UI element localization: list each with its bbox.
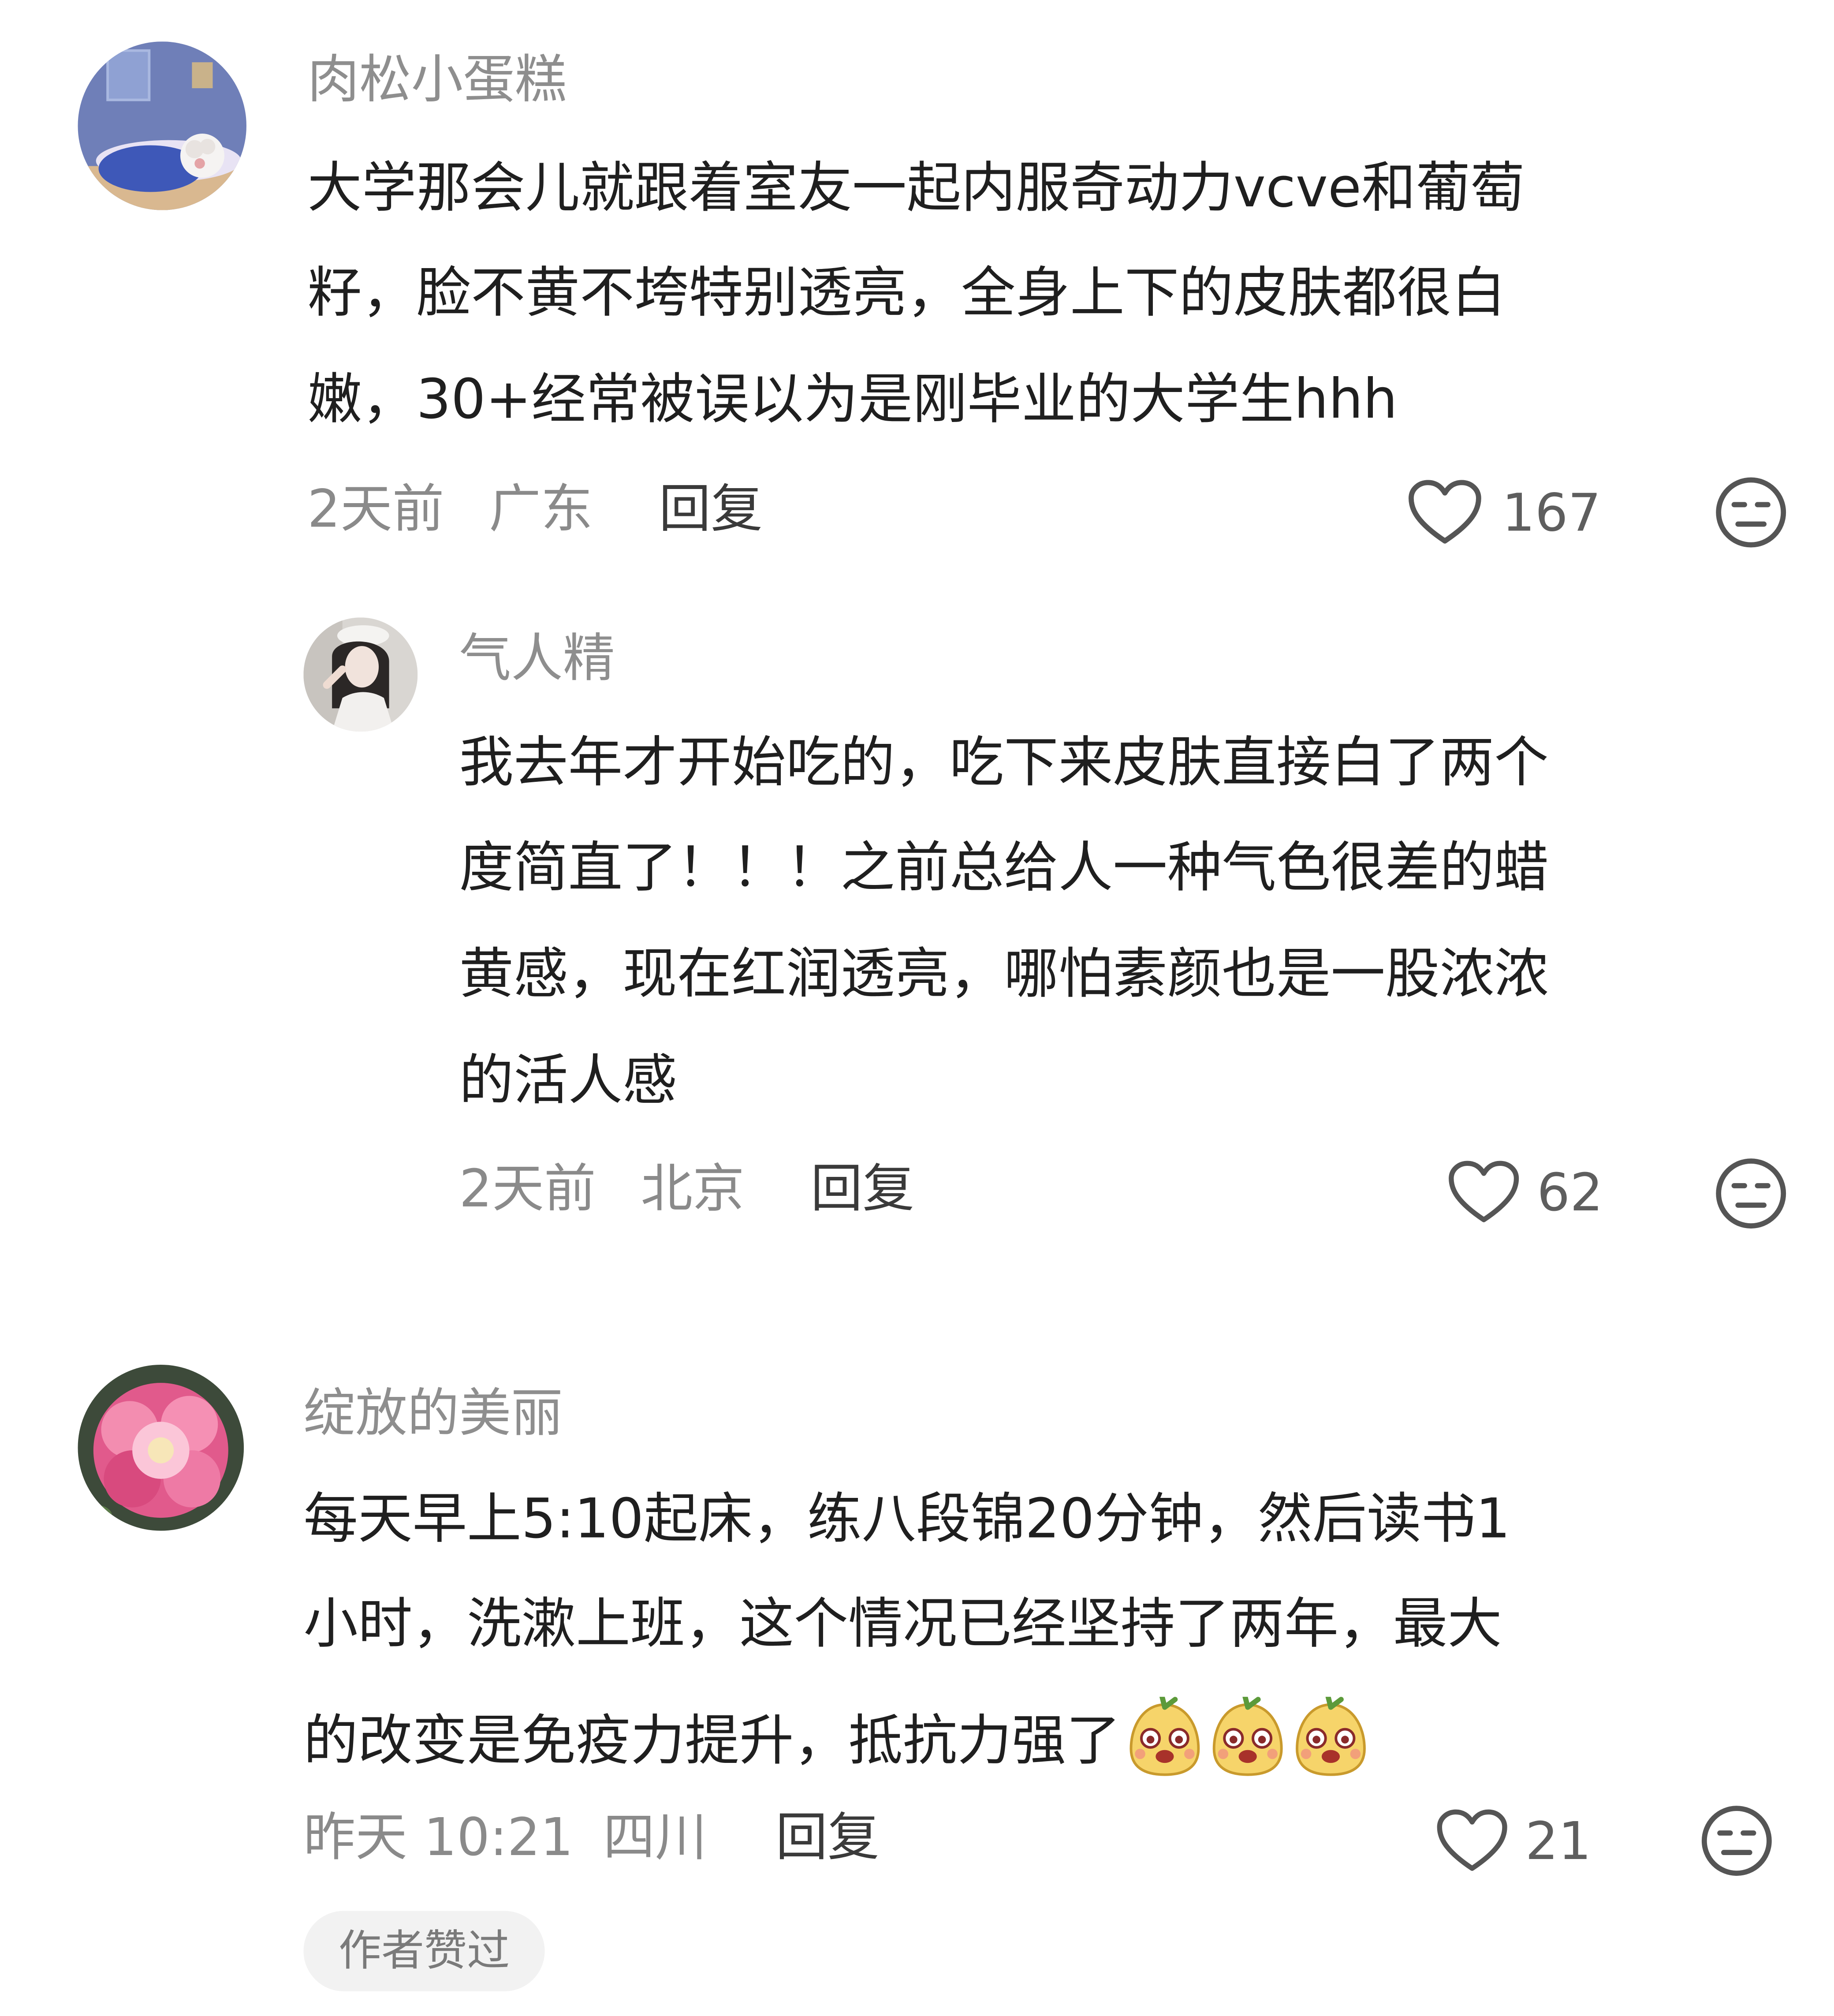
heart-outline-icon[interactable] bbox=[1436, 1807, 1509, 1874]
cute-face-emoji-icon bbox=[1292, 1697, 1370, 1777]
reply-text-line: 黄感，现在红润透亮，哪怕素颜也是一股浓浓 bbox=[459, 941, 1549, 1006]
comment-location: 四川 bbox=[603, 1808, 707, 1868]
comment-time: 昨天 10:21 bbox=[303, 1808, 574, 1868]
neutral-face-icon[interactable] bbox=[1715, 476, 1787, 549]
reply-text-line: 的活人感 bbox=[459, 1048, 677, 1112]
comment-text-line: 小时，洗漱上班，这个情况已经坚持了两年，最大 bbox=[303, 1591, 1502, 1655]
reply-text-line: 我去年才开始吃的，吃下来皮肤直接白了两个 bbox=[459, 730, 1549, 794]
author-liked-badge: 作者赞过 bbox=[303, 1911, 545, 1991]
reply-time: 2天前 bbox=[459, 1160, 596, 1220]
comment-text-segment: 的改变是免疫力提升，抵抗力强了 bbox=[303, 1708, 1121, 1772]
neutral-face-icon[interactable] bbox=[1715, 1157, 1787, 1230]
like-count: 62 bbox=[1537, 1163, 1603, 1224]
comment-text-line: 的改变是免疫力提升，抵抗力强了 bbox=[303, 1697, 1369, 1777]
comment-feed: 肉松小蛋糕 大学那会儿就跟着室友一起内服奇动力vcve和葡萄 籽，脸不黄不垮特别… bbox=[0, 0, 1834, 2016]
user-avatar[interactable] bbox=[78, 1364, 244, 1531]
like-count: 167 bbox=[1502, 484, 1601, 544]
reply-button[interactable]: 回复 bbox=[775, 1812, 879, 1864]
comment-text-line: 大学那会儿就跟着室友一起内服奇动力vcve和葡萄 bbox=[307, 156, 1525, 220]
comment-text-line: 每天早上5:10起床，练八段锦20分钟，然后读书1 bbox=[303, 1486, 1510, 1550]
user-avatar[interactable] bbox=[78, 41, 246, 210]
reply-button[interactable]: 回复 bbox=[811, 1164, 914, 1216]
reply-location: 北京 bbox=[641, 1160, 745, 1220]
comment-location: 广东 bbox=[489, 480, 593, 540]
like-count: 21 bbox=[1525, 1812, 1592, 1872]
cute-face-emoji-icon bbox=[1126, 1697, 1204, 1777]
heart-outline-icon[interactable] bbox=[1447, 1158, 1520, 1226]
cute-face-emoji-icon bbox=[1209, 1697, 1287, 1777]
heart-outline-icon[interactable] bbox=[1407, 479, 1483, 546]
comment-text-line: 籽，脸不黄不垮特别透亮，全身上下的皮肤都很白 bbox=[307, 261, 1506, 325]
reply-user-avatar[interactable] bbox=[303, 617, 418, 732]
reply-button[interactable]: 回复 bbox=[659, 484, 763, 536]
reply-username[interactable]: 气人精 bbox=[459, 633, 615, 685]
comment-username[interactable]: 肉松小蛋糕 bbox=[307, 55, 567, 107]
comment-username[interactable]: 绽放的美丽 bbox=[303, 1388, 563, 1440]
comment-time: 2天前 bbox=[307, 480, 444, 540]
reply-text-line: 度简直了！！！之前总给人一种气色很差的蜡 bbox=[459, 835, 1549, 899]
neutral-face-icon[interactable] bbox=[1700, 1804, 1773, 1877]
comment-text-line: 嫩，30+经常被误以为是刚毕业的大学生hhh bbox=[307, 367, 1398, 431]
